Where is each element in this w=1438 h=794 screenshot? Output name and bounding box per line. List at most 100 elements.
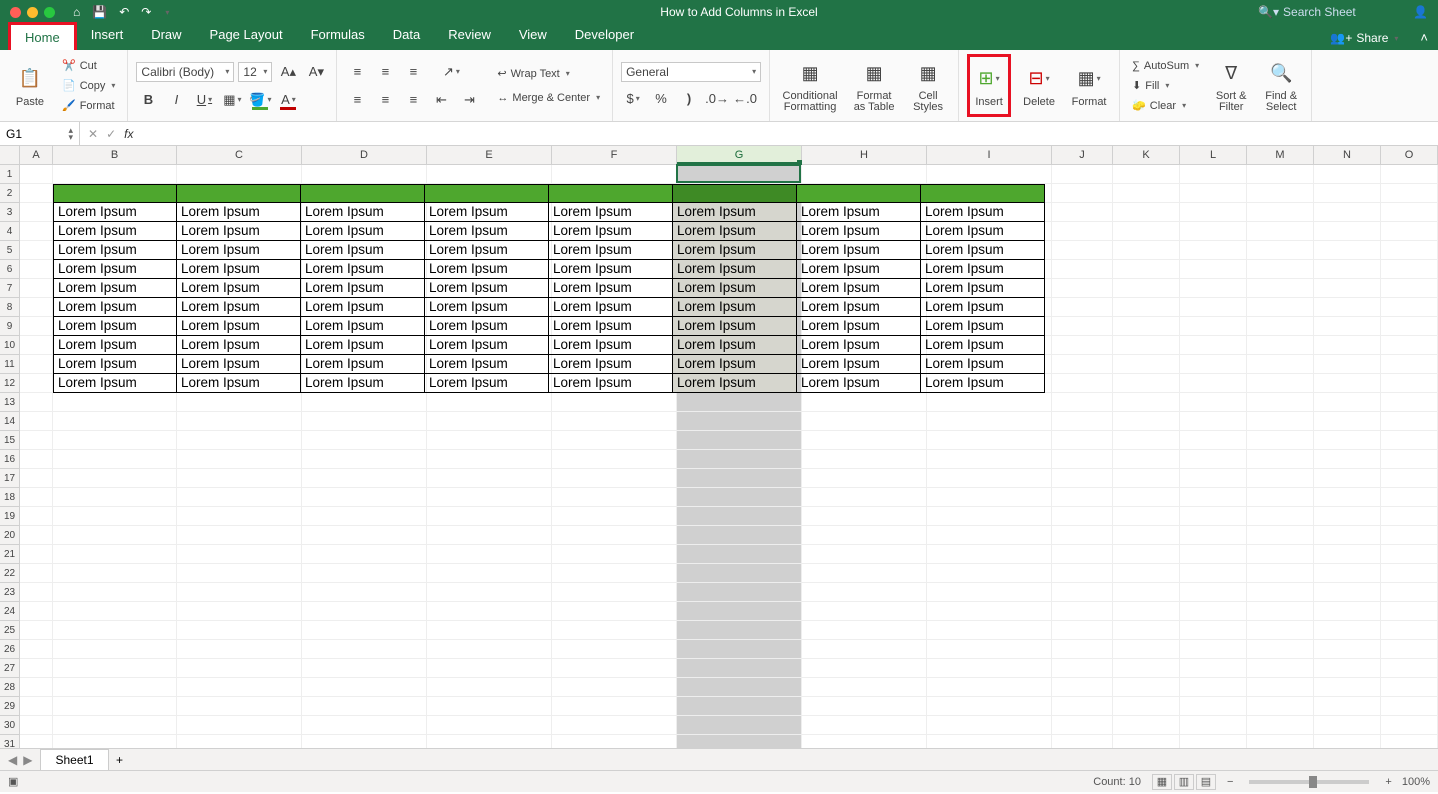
- minimize-window-icon[interactable]: [27, 7, 38, 18]
- sheet-nav-prev-icon[interactable]: ◀: [8, 753, 17, 767]
- table-cell[interactable]: Lorem Ipsum: [921, 260, 1045, 279]
- table-cell[interactable]: Lorem Ipsum: [177, 317, 301, 336]
- search-input[interactable]: [1283, 5, 1403, 19]
- table-cell[interactable]: Lorem Ipsum: [797, 317, 921, 336]
- table-cell[interactable]: Lorem Ipsum: [549, 298, 673, 317]
- row-header-24[interactable]: 24: [0, 602, 19, 621]
- row-header-8[interactable]: 8: [0, 298, 19, 317]
- ribbon-tab-formulas[interactable]: Formulas: [297, 22, 379, 50]
- col-header-N[interactable]: N: [1314, 146, 1381, 164]
- row-header-15[interactable]: 15: [0, 431, 19, 450]
- row-header-5[interactable]: 5: [0, 241, 19, 260]
- add-sheet-button[interactable]: +: [109, 753, 131, 767]
- table-cell[interactable]: Lorem Ipsum: [301, 317, 425, 336]
- table-header-cell[interactable]: [177, 185, 301, 203]
- format-cells-button[interactable]: ▦▾Format: [1067, 54, 1111, 117]
- cancel-formula-icon[interactable]: ✕: [88, 127, 98, 141]
- zoom-out-icon[interactable]: −: [1227, 776, 1233, 788]
- copy-button[interactable]: 📄Copy▾: [58, 77, 119, 95]
- font-color-button[interactable]: A▾: [276, 89, 300, 111]
- align-top-icon[interactable]: ≡: [345, 61, 369, 83]
- col-header-C[interactable]: C: [177, 146, 302, 164]
- table-cell[interactable]: Lorem Ipsum: [54, 260, 177, 279]
- col-header-G[interactable]: G: [677, 146, 802, 164]
- fill-button[interactable]: ⬇Fill▾: [1128, 77, 1203, 95]
- find-select-button[interactable]: 🔍Find & Select: [1259, 54, 1303, 117]
- table-cell[interactable]: Lorem Ipsum: [425, 241, 549, 260]
- table-cell[interactable]: Lorem Ipsum: [797, 241, 921, 260]
- table-cell[interactable]: Lorem Ipsum: [425, 260, 549, 279]
- table-cell[interactable]: Lorem Ipsum: [797, 279, 921, 298]
- comma-icon[interactable]: ): [677, 88, 701, 110]
- number-format-select[interactable]: General▾: [621, 62, 761, 82]
- col-header-L[interactable]: L: [1180, 146, 1247, 164]
- table-cell[interactable]: Lorem Ipsum: [673, 260, 797, 279]
- table-cell[interactable]: Lorem Ipsum: [921, 241, 1045, 260]
- table-cell[interactable]: Lorem Ipsum: [921, 298, 1045, 317]
- row-header-1[interactable]: 1: [0, 165, 19, 184]
- table-cell[interactable]: Lorem Ipsum: [673, 336, 797, 355]
- col-header-B[interactable]: B: [53, 146, 177, 164]
- delete-button[interactable]: ⊟▾Delete: [1017, 54, 1061, 117]
- zoom-level[interactable]: 100%: [1402, 776, 1430, 788]
- row-header-31[interactable]: 31: [0, 735, 19, 748]
- table-cell[interactable]: Lorem Ipsum: [177, 355, 301, 374]
- increase-indent-icon[interactable]: ⇥: [457, 89, 481, 111]
- row-header-9[interactable]: 9: [0, 317, 19, 336]
- row-header-3[interactable]: 3: [0, 203, 19, 222]
- window-controls[interactable]: [10, 7, 55, 18]
- table-cell[interactable]: Lorem Ipsum: [301, 355, 425, 374]
- row-header-10[interactable]: 10: [0, 336, 19, 355]
- col-header-A[interactable]: A: [20, 146, 53, 164]
- conditional-formatting-button[interactable]: ▦Conditional Formatting: [778, 54, 842, 117]
- col-header-J[interactable]: J: [1052, 146, 1113, 164]
- table-cell[interactable]: Lorem Ipsum: [921, 336, 1045, 355]
- align-bottom-icon[interactable]: ≡: [401, 61, 425, 83]
- table-cell[interactable]: Lorem Ipsum: [549, 279, 673, 298]
- row-header-7[interactable]: 7: [0, 279, 19, 298]
- decrease-font-icon[interactable]: A▾: [304, 61, 328, 83]
- table-cell[interactable]: Lorem Ipsum: [797, 260, 921, 279]
- align-right-icon[interactable]: ≡: [401, 89, 425, 111]
- increase-font-icon[interactable]: A▴: [276, 61, 300, 83]
- wrap-text-button[interactable]: ↩︎Wrap Text▾: [493, 65, 604, 83]
- table-cell[interactable]: Lorem Ipsum: [673, 355, 797, 374]
- table-cell[interactable]: Lorem Ipsum: [425, 279, 549, 298]
- table-cell[interactable]: Lorem Ipsum: [425, 355, 549, 374]
- select-all-corner[interactable]: [0, 146, 20, 164]
- ribbon-tab-developer[interactable]: Developer: [561, 22, 648, 50]
- table-cell[interactable]: Lorem Ipsum: [54, 241, 177, 260]
- autosum-button[interactable]: ∑AutoSum▾: [1128, 57, 1203, 75]
- table-header-cell[interactable]: [921, 185, 1045, 203]
- col-header-I[interactable]: I: [927, 146, 1052, 164]
- table-cell[interactable]: Lorem Ipsum: [301, 336, 425, 355]
- table-cell[interactable]: Lorem Ipsum: [549, 222, 673, 241]
- row-header-6[interactable]: 6: [0, 260, 19, 279]
- format-painter-button[interactable]: 🖌️Format: [58, 97, 119, 115]
- format-as-table-button[interactable]: ▦Format as Table: [848, 54, 900, 117]
- table-cell[interactable]: Lorem Ipsum: [549, 241, 673, 260]
- paste-button[interactable]: 📋 Paste: [8, 54, 52, 117]
- row-header-20[interactable]: 20: [0, 526, 19, 545]
- sheet-nav-next-icon[interactable]: ▶: [23, 753, 32, 767]
- row-header-16[interactable]: 16: [0, 450, 19, 469]
- italic-button[interactable]: I: [164, 89, 188, 111]
- orientation-icon[interactable]: ↗▾: [439, 61, 463, 83]
- table-cell[interactable]: Lorem Ipsum: [921, 222, 1045, 241]
- table-cell[interactable]: Lorem Ipsum: [549, 317, 673, 336]
- col-header-H[interactable]: H: [802, 146, 927, 164]
- close-window-icon[interactable]: [10, 7, 21, 18]
- sheet-tab-sheet1[interactable]: Sheet1: [40, 749, 108, 770]
- table-cell[interactable]: Lorem Ipsum: [425, 222, 549, 241]
- table-cell[interactable]: Lorem Ipsum: [673, 222, 797, 241]
- table-cell[interactable]: Lorem Ipsum: [797, 355, 921, 374]
- table-cell[interactable]: Lorem Ipsum: [921, 355, 1045, 374]
- user-icon[interactable]: 👤: [1413, 5, 1428, 19]
- table-cell[interactable]: Lorem Ipsum: [673, 203, 797, 222]
- table-cell[interactable]: Lorem Ipsum: [549, 203, 673, 222]
- spreadsheet-grid[interactable]: ABCDEFGHIJKLMNO 123456789101112131415161…: [0, 146, 1438, 748]
- row-header-13[interactable]: 13: [0, 393, 19, 412]
- table-cell[interactable]: Lorem Ipsum: [177, 279, 301, 298]
- table-cell[interactable]: Lorem Ipsum: [425, 203, 549, 222]
- ribbon-tab-draw[interactable]: Draw: [137, 22, 195, 50]
